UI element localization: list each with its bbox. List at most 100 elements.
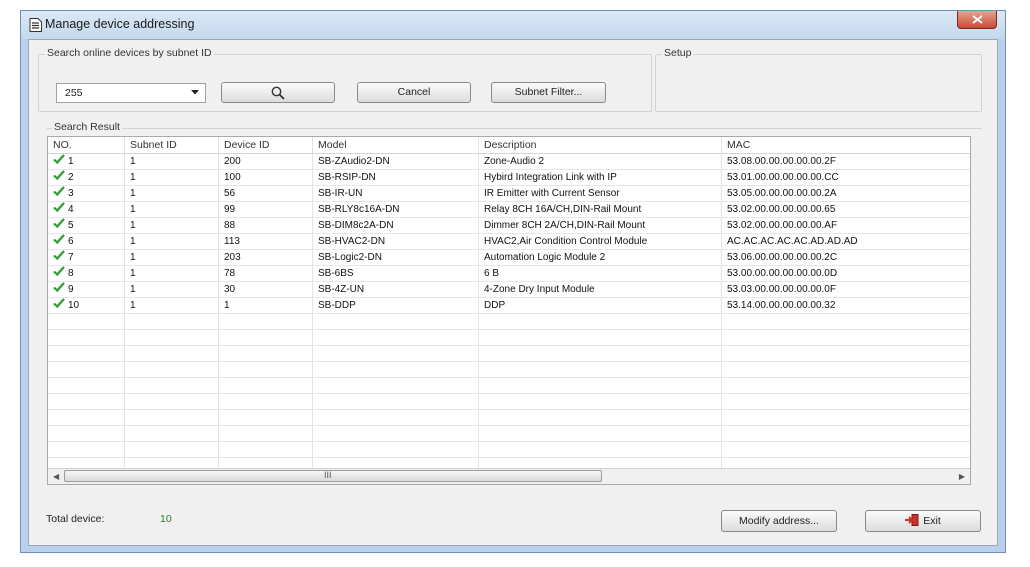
exit-icon <box>905 514 919 526</box>
search-groupbox: Search online devices by subnet ID 255 C… <box>38 47 652 112</box>
close-button[interactable] <box>957 11 997 29</box>
table-cell-desc: 4-Zone Dry Input Module <box>479 282 722 297</box>
table-row[interactable] <box>48 426 970 442</box>
table-cell-text: 6 B <box>484 268 500 279</box>
table-row[interactable]: 4 1 99 SB-RLY8c16A-DN Relay 8CH 16A/CH,DIN-R… <box>48 202 970 218</box>
table-row[interactable]: 5 1 88 SB-DIM8c2A-DN Dimmer 8CH 2A/CH,DIN-Ra… <box>48 218 970 234</box>
table-cell-desc: Dimmer 8CH 2A/CH,DIN-Rail Mount <box>479 218 722 233</box>
table-cell-mac <box>722 362 970 377</box>
table-cell-text: SB-6BS <box>318 268 354 279</box>
table-row[interactable] <box>48 330 970 346</box>
table-cell-model: SB-Logic2-DN <box>313 250 479 265</box>
table-row[interactable]: 7 1 203 SB-Logic2-DN Automation Logic Module… <box>48 250 970 266</box>
horizontal-scrollbar[interactable]: ◀ III ▶ <box>48 468 970 484</box>
check-icon <box>53 154 65 164</box>
table-cell-mac: 53.02.00.00.00.00.00.65 <box>722 202 970 217</box>
table-cell-text: 99 <box>224 204 236 215</box>
cancel-button[interactable]: Cancel <box>357 82 471 103</box>
table-cell-device: 99 <box>219 202 313 217</box>
table-cell-device: 88 <box>219 218 313 233</box>
column-header-device-id[interactable]: Device ID <box>219 137 313 153</box>
table-cell-text: 4-Zone Dry Input Module <box>484 284 595 295</box>
table-cell-text: 8 <box>68 268 74 279</box>
table-cell-text: 4 <box>68 204 74 215</box>
dialog-window: Manage device addressing Search online d… <box>20 10 1006 553</box>
table-cell-text: 7 <box>68 252 74 263</box>
table-cell-text: SB-ZAudio2-DN <box>318 156 390 167</box>
table-cell-subnet <box>125 378 219 393</box>
table-row[interactable]: 2 1 100 SB-RSIP-DN Hybird Integration Link w… <box>48 170 970 186</box>
subnet-filter-button[interactable]: Subnet Filter... <box>491 82 606 103</box>
table-cell-no: 9 <box>48 282 125 297</box>
table-cell-no: 2 <box>48 170 125 185</box>
table-row[interactable]: 1 1 200 SB-ZAudio2-DN Zone-Audio 2 53.08.00.0… <box>48 154 970 170</box>
table-cell-subnet <box>125 410 219 425</box>
scrollbar-thumb[interactable]: III <box>64 470 602 482</box>
table-cell-no: 6 <box>48 234 125 249</box>
table-row[interactable]: 9 1 30 SB-4Z-UN 4-Zone Dry Input Module 53.03… <box>48 282 970 298</box>
check-icon <box>53 234 65 244</box>
check-icon <box>53 186 65 196</box>
table-cell-text: IR Emitter with Current Sensor <box>484 188 620 199</box>
table-row[interactable] <box>48 314 970 330</box>
table-cell-text: 1 <box>224 300 230 311</box>
table-row[interactable] <box>48 378 970 394</box>
dropdown-arrow-icon <box>191 90 199 95</box>
subnet-id-combobox[interactable]: 255 <box>56 83 206 103</box>
device-table[interactable]: NO. Subnet ID Device ID Model Descriptio… <box>47 136 971 485</box>
table-cell-text: 30 <box>224 284 236 295</box>
table-cell-no <box>48 314 125 329</box>
table-cell-subnet <box>125 394 219 409</box>
setup-group-label: Setup <box>662 47 694 59</box>
table-row[interactable]: 3 1 56 SB-IR-UN IR Emitter with Current Sens… <box>48 186 970 202</box>
column-header-model[interactable]: Model <box>313 137 479 153</box>
table-row[interactable] <box>48 362 970 378</box>
table-row[interactable]: 10 1 1 SB-DDP DDP 53.14.00.00.00.00.00.32 <box>48 298 970 314</box>
table-cell-text: 1 <box>130 156 136 167</box>
table-cell-device <box>219 346 313 361</box>
column-header-no[interactable]: NO. <box>48 137 125 153</box>
table-cell-text: SB-4Z-UN <box>318 284 365 295</box>
table-row[interactable] <box>48 410 970 426</box>
table-cell-device: 200 <box>219 154 313 169</box>
table-cell-model: SB-RSIP-DN <box>313 170 479 185</box>
table-row[interactable]: 8 1 78 SB-6BS 6 B 53.00.00.00.00.00.00.0D <box>48 266 970 282</box>
table-cell-desc <box>479 362 722 377</box>
scroll-left-arrow[interactable]: ◀ <box>53 472 59 481</box>
modify-address-button[interactable]: Modify address... <box>721 510 837 532</box>
table-cell-desc: Relay 8CH 16A/CH,DIN-Rail Mount <box>479 202 722 217</box>
table-cell-subnet: 1 <box>125 170 219 185</box>
table-cell-subnet: 1 <box>125 298 219 313</box>
table-cell-device <box>219 426 313 441</box>
table-cell-text: Dimmer 8CH 2A/CH,DIN-Rail Mount <box>484 220 646 231</box>
table-cell-mac <box>722 346 970 361</box>
table-cell-no <box>48 442 125 457</box>
title-bar[interactable]: Manage device addressing <box>21 11 1005 39</box>
table-cell-mac <box>722 330 970 345</box>
column-header-description[interactable]: Description <box>479 137 722 153</box>
column-header-mac[interactable]: MAC <box>722 137 970 153</box>
table-cell-desc <box>479 346 722 361</box>
table-row[interactable]: 6 1 113 SB-HVAC2-DN HVAC2,Air Condition Cont… <box>48 234 970 250</box>
table-cell-model <box>313 362 479 377</box>
table-cell-device <box>219 314 313 329</box>
table-cell-no <box>48 426 125 441</box>
column-header-subnet-id[interactable]: Subnet ID <box>125 137 219 153</box>
table-cell-model: SB-HVAC2-DN <box>313 234 479 249</box>
check-icon <box>53 282 65 292</box>
table-cell-no: 1 <box>48 154 125 169</box>
table-row[interactable] <box>48 346 970 362</box>
check-icon <box>53 250 65 260</box>
table-cell-model <box>313 410 479 425</box>
table-cell-mac <box>722 394 970 409</box>
scroll-right-arrow[interactable]: ▶ <box>959 472 965 481</box>
exit-button[interactable]: Exit <box>865 510 981 532</box>
table-cell-text: SB-DIM8c2A-DN <box>318 220 394 231</box>
table-cell-text: SB-RLY8c16A-DN <box>318 204 400 215</box>
table-cell-text: 53.02.00.00.00.00.00.65 <box>727 204 836 215</box>
table-cell-device: 1 <box>219 298 313 313</box>
table-row[interactable] <box>48 442 970 458</box>
search-button[interactable] <box>221 82 335 103</box>
table-row[interactable] <box>48 394 970 410</box>
table-cell-desc <box>479 314 722 329</box>
